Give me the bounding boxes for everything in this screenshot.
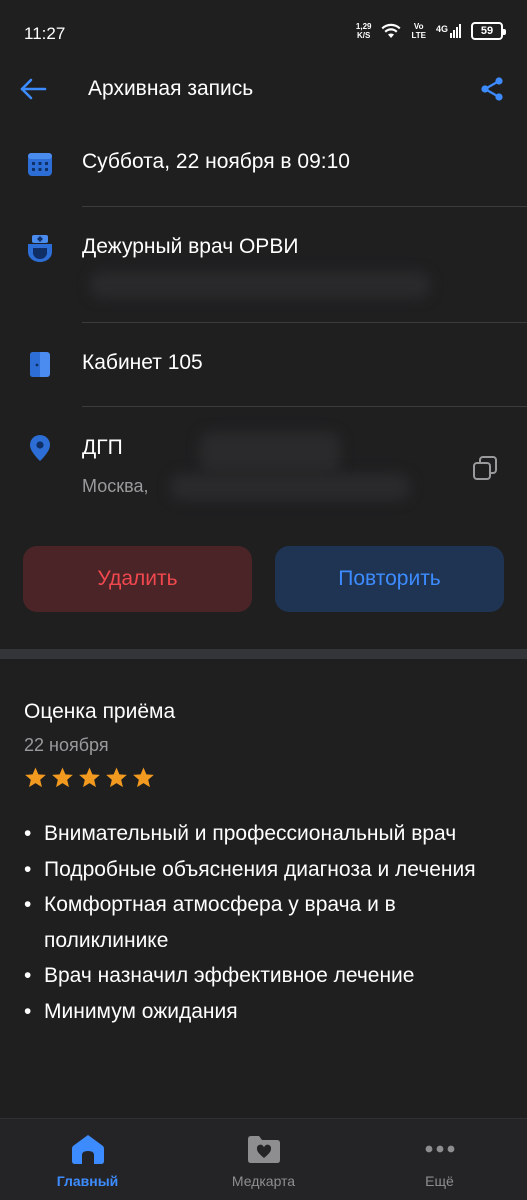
rating-stars: [24, 766, 155, 789]
nav-label-medcard: Медкарта: [231, 1173, 296, 1189]
repeat-button[interactable]: Повторить: [275, 546, 504, 612]
share-button[interactable]: [475, 72, 509, 106]
star-icon: [106, 767, 127, 788]
status-time: 11:27: [24, 24, 66, 43]
back-button[interactable]: [16, 72, 50, 106]
feedback-item: Подробные объяснения диагноза и лечения: [24, 852, 494, 888]
location-pin-icon: [30, 435, 50, 461]
app-header: Архивная запись: [0, 64, 527, 114]
home-icon: [71, 1135, 104, 1164]
share-icon: [481, 77, 503, 101]
review-date: 22 ноября: [24, 735, 109, 755]
appointment-doctor: Дежурный врач ОРВИ: [82, 235, 299, 258]
divider: [82, 322, 527, 323]
nav-item-more[interactable]: Ещё: [352, 1119, 527, 1200]
nav-label-home: Главный: [56, 1173, 119, 1189]
network-type: 4G: [435, 24, 448, 34]
copy-icon[interactable]: [471, 454, 499, 482]
bottom-navigation: Главный Медкарта Ещё: [0, 1118, 527, 1200]
feedback-list: Внимательный и профессиональный врач Под…: [24, 816, 494, 1029]
star-icon: [52, 767, 73, 788]
clinic-name: ДГП: [82, 436, 123, 459]
nav-item-home[interactable]: Главный: [0, 1119, 175, 1200]
nav-label-more: Ещё: [425, 1173, 454, 1189]
redacted-clinic-number: [200, 432, 340, 474]
star-icon: [79, 767, 100, 788]
star-icon: [133, 767, 154, 788]
network-speed: 1,29 K/S: [356, 22, 372, 40]
section-divider: [0, 649, 527, 659]
volte-bottom: LTE: [411, 31, 426, 40]
battery-indicator: 59: [471, 22, 506, 40]
divider: [82, 206, 527, 207]
battery-level: 59: [480, 25, 494, 37]
signal-icon: 4G: [436, 24, 461, 38]
medcard-icon: [247, 1136, 280, 1163]
clinic-address: Москва,: [82, 476, 149, 496]
doctor-icon: [28, 235, 52, 262]
appointment-room: Кабинет 105: [82, 351, 203, 374]
more-icon: [425, 1145, 454, 1153]
star-icon: [25, 767, 46, 788]
volte-indicator: Vo LTE: [411, 22, 426, 40]
volte-top: Vo: [413, 22, 424, 31]
nav-item-medcard[interactable]: Медкарта: [176, 1119, 351, 1200]
network-speed-value: 1,29: [355, 22, 372, 31]
wifi-icon: [381, 23, 401, 38]
feedback-item: Комфортная атмосфера у врача и в поликли…: [24, 887, 494, 958]
arrow-left-icon: [20, 78, 47, 100]
redacted-doctor-name: [90, 272, 430, 298]
review-title: Оценка приёма: [24, 700, 176, 723]
page-title: Архивная запись: [88, 77, 254, 100]
feedback-item: Врач назначил эффективное лечение: [24, 958, 494, 994]
feedback-item: Внимательный и профессиональный врач: [24, 816, 494, 852]
divider: [82, 406, 527, 407]
delete-button[interactable]: Удалить: [23, 546, 252, 612]
redacted-clinic-address: [170, 474, 410, 500]
status-indicators: 1,29 K/S Vo LTE 4G 59: [356, 22, 506, 40]
door-icon: [30, 352, 50, 377]
status-bar: 11:27 1,29 K/S Vo LTE 4G 59: [0, 0, 527, 64]
feedback-item: Минимум ожидания: [24, 994, 494, 1030]
network-speed-unit: K/S: [357, 31, 371, 40]
appointment-datetime: Суббота, 22 ноября в 09:10: [82, 150, 350, 173]
calendar-icon: [28, 153, 52, 176]
